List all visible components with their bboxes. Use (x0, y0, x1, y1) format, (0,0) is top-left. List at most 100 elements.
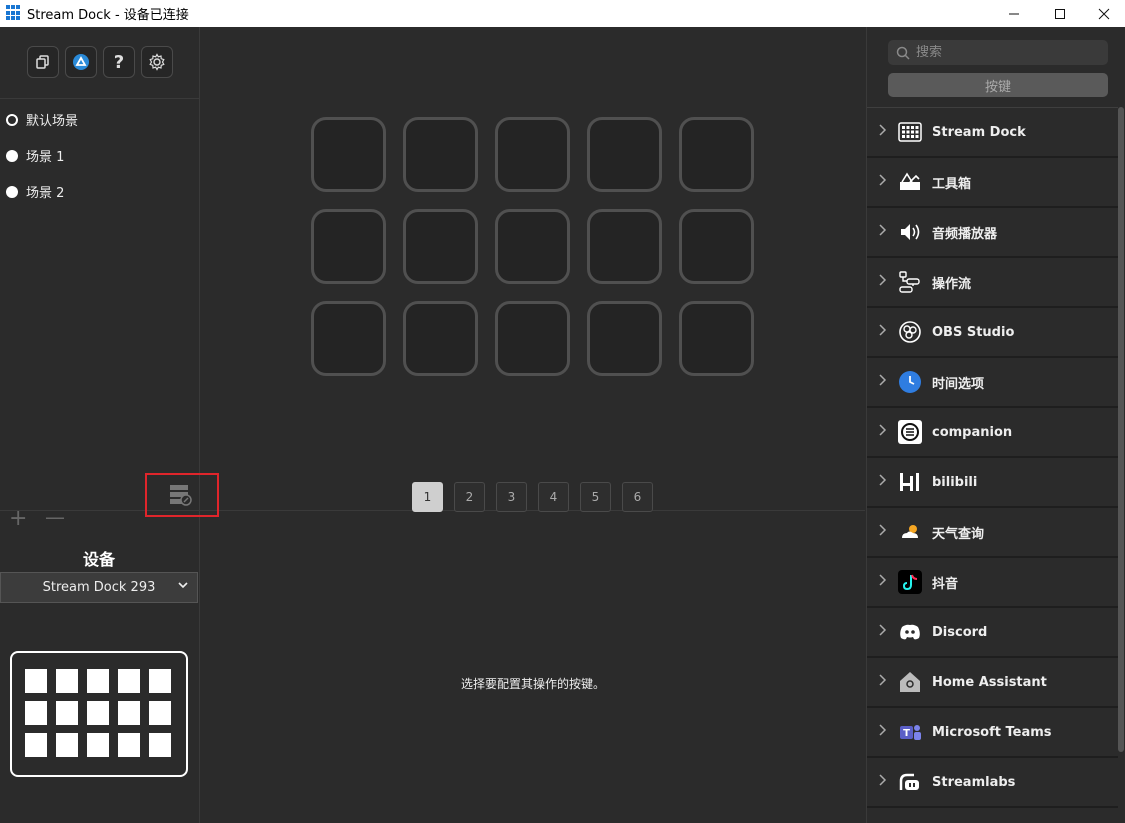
companion-icon (898, 420, 922, 444)
plugin-item-home-assistant[interactable]: Home Assistant (867, 658, 1118, 708)
plugin-label: 操作流 (932, 276, 972, 292)
scene-settings-button[interactable] (169, 484, 193, 506)
settings-button[interactable] (141, 46, 173, 78)
chevron-right-icon (867, 174, 898, 190)
plugin-item-clock[interactable]: 时间选项 (867, 358, 1118, 408)
key-slot[interactable] (311, 301, 386, 376)
discord-icon (898, 620, 922, 644)
page-selector: 123456 (412, 482, 653, 512)
chevron-right-icon (867, 524, 898, 540)
copy-button[interactable] (27, 46, 59, 78)
close-icon (1098, 8, 1110, 19)
key-slot[interactable] (679, 209, 754, 284)
clock-icon (898, 370, 922, 394)
left-toolbar: ? (27, 46, 173, 78)
scene-radio-icon (6, 113, 18, 126)
plugin-item-toolbox[interactable]: 工具箱 (867, 158, 1118, 208)
scene-item-2[interactable]: 场景 2 (6, 182, 64, 201)
bilibili-icon (898, 470, 922, 494)
page-button-6[interactable]: 6 (622, 482, 653, 512)
help-button[interactable]: ? (103, 46, 135, 78)
hint-text: 选择要配置其操作的按键。 (460, 677, 605, 691)
scene-item-default[interactable]: 默认场景 (6, 110, 78, 129)
plugin-item-audio-player[interactable]: 音频播放器 (867, 208, 1118, 258)
key-slot[interactable] (587, 209, 662, 284)
plugin-label: Microsoft Teams (932, 724, 1052, 740)
chevron-right-icon (867, 424, 898, 440)
key-slot[interactable] (495, 117, 570, 192)
plugin-item-workflow[interactable]: 操作流 (867, 258, 1118, 308)
minimize-button[interactable] (991, 0, 1037, 27)
key-grid (311, 117, 754, 376)
device-select[interactable]: Stream Dock 293 (0, 572, 198, 603)
page-button-5[interactable]: 5 (580, 482, 611, 512)
plugin-item-douyin[interactable]: 抖音 (867, 558, 1118, 608)
plugin-label: 音频播放器 (932, 226, 998, 242)
key-slot[interactable] (587, 301, 662, 376)
close-button[interactable] (1081, 0, 1125, 27)
chevron-right-icon (867, 724, 898, 740)
audio-player-icon (898, 220, 922, 244)
chevron-right-icon (867, 774, 898, 790)
plugin-item-discord[interactable]: Discord (867, 608, 1118, 658)
scene-label: 场景 2 (26, 186, 65, 201)
toolbar-divider (0, 98, 200, 99)
key-slot[interactable] (403, 117, 478, 192)
chevron-right-icon (867, 624, 898, 640)
key-slot[interactable] (403, 301, 478, 376)
plugin-item-bilibili[interactable]: bilibili (867, 458, 1118, 508)
scene-label: 默认场景 (26, 114, 79, 129)
plugin-label: 工具箱 (932, 176, 972, 192)
key-slot[interactable] (587, 117, 662, 192)
key-slot[interactable] (495, 209, 570, 284)
home-assistant-icon (898, 670, 922, 694)
store-icon (73, 54, 89, 70)
store-button[interactable] (65, 46, 97, 78)
chevron-right-icon (867, 474, 898, 490)
plugin-label: Home Assistant (932, 674, 1047, 690)
maximize-button[interactable] (1037, 0, 1083, 27)
search-input[interactable] (916, 45, 1096, 60)
key-slot[interactable] (311, 209, 386, 284)
search-icon (896, 46, 910, 60)
chevron-right-icon (867, 374, 898, 390)
plugin-item-companion[interactable]: companion (867, 408, 1118, 458)
minimize-icon (1009, 13, 1019, 14)
obs-icon (898, 320, 922, 344)
plugin-item-stream-dock[interactable]: Stream Dock (867, 108, 1118, 158)
main-area: 123456 选择要配置其操作的按键。 (201, 27, 865, 823)
streamlabs-icon (898, 770, 922, 794)
key-button[interactable]: 按键 (888, 73, 1108, 97)
page-button-1[interactable]: 1 (412, 482, 443, 512)
plugin-item-obs[interactable]: OBS Studio (867, 308, 1118, 358)
scene-item-1[interactable]: 场景 1 (6, 146, 64, 165)
window-title: Stream Dock - 设备已连接 (27, 8, 189, 23)
teams-icon: T (898, 720, 922, 744)
key-slot[interactable] (495, 301, 570, 376)
scene-radio-icon (6, 149, 18, 162)
chevron-right-icon (867, 224, 898, 240)
plugin-label: companion (932, 424, 1013, 440)
scrollbar[interactable] (1118, 107, 1124, 752)
weather-icon (898, 520, 922, 544)
remove-scene-button[interactable]: — (45, 505, 65, 529)
scene-label: 场景 1 (26, 150, 65, 165)
page-button-2[interactable]: 2 (454, 482, 485, 512)
search-box[interactable] (888, 40, 1108, 65)
key-slot[interactable] (403, 209, 478, 284)
key-slot[interactable] (311, 117, 386, 192)
plugin-item-teams[interactable]: T Microsoft Teams (867, 708, 1118, 758)
stream-dock-icon (898, 120, 922, 144)
plugin-label: 天气查询 (932, 526, 985, 542)
page-button-3[interactable]: 3 (496, 482, 527, 512)
plugin-label: bilibili (932, 474, 978, 490)
page-button-4[interactable]: 4 (538, 482, 569, 512)
chevron-right-icon (867, 124, 898, 140)
help-icon: ? (113, 51, 125, 73)
stream-dock-app-icon (6, 5, 22, 21)
left-panel: ? 默认场景 场景 1 场景 2 + — 设备 Stream Dock 293 (0, 27, 200, 823)
plugin-item-streamlabs[interactable]: Streamlabs (867, 758, 1118, 808)
plugin-item-weather[interactable]: 天气查询 (867, 508, 1118, 558)
key-slot[interactable] (679, 301, 754, 376)
key-slot[interactable] (679, 117, 754, 192)
